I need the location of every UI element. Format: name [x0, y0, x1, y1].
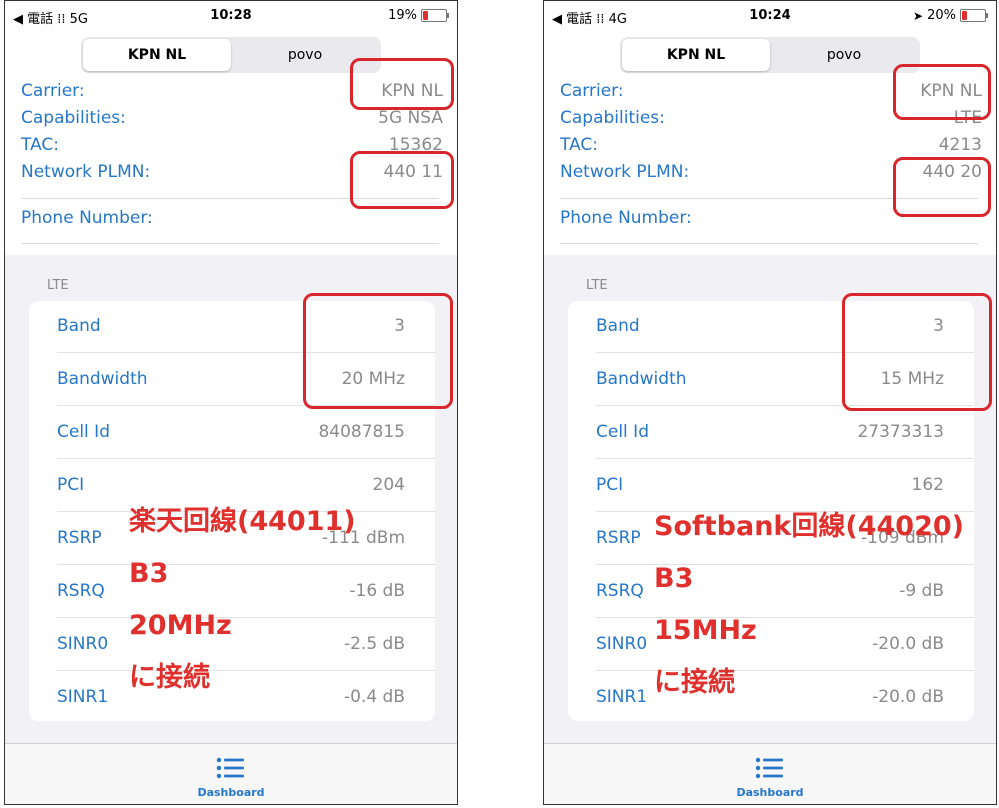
section-label-lte: LTE — [586, 278, 608, 293]
carrier-label: Carrier: — [21, 81, 85, 101]
row-label: SINR1 — [57, 687, 109, 707]
annotation-line: Softbank回線(44020) — [654, 511, 964, 542]
phone-screenshot-right: ◀ 電話 ⁞⁞ 4G 10:24 ➤ 20% KPN NL povo Carri… — [543, 0, 997, 805]
row-label: SINR0 — [596, 634, 648, 654]
row-value: 162 — [911, 475, 944, 495]
status-bar: ◀ 電話 ⁞⁞ 5G 10:28 19% — [5, 1, 457, 31]
highlight-box-band-bandwidth — [842, 293, 992, 411]
row-value: 27373313 — [857, 422, 944, 442]
capabilities-row: Capabilities: 5G NSA — [21, 108, 443, 132]
highlight-box-carrier — [893, 64, 991, 120]
row-value: 204 — [372, 475, 405, 495]
capabilities-value: 5G NSA — [378, 108, 443, 128]
tab-dashboard[interactable]: Dashboard — [5, 744, 457, 804]
phone-number-row: Phone Number: — [21, 208, 443, 232]
plmn-label: Network PLMN: — [21, 162, 151, 182]
row-label: Bandwidth — [596, 369, 687, 389]
row-value: -16 dB — [349, 581, 405, 601]
tac-label: TAC: — [560, 135, 598, 155]
row-label: Bandwidth — [57, 369, 148, 389]
battery-percent: 19% — [388, 8, 417, 23]
row-divider — [57, 458, 435, 459]
status-right: ➤ 20% — [913, 8, 988, 23]
row-divider — [596, 458, 974, 459]
divider — [560, 243, 978, 244]
divider — [21, 243, 439, 244]
capabilities-label: Capabilities: — [560, 108, 665, 128]
status-right: 19% — [388, 8, 449, 23]
row-label: PCI — [57, 475, 85, 495]
tab-dashboard-label: Dashboard — [736, 786, 804, 799]
list-icon — [216, 757, 244, 779]
phone-number-label: Phone Number: — [560, 208, 692, 228]
plmn-label: Network PLMN: — [560, 162, 690, 182]
row-label: RSRQ — [57, 581, 105, 601]
annotation-line: B3 — [654, 563, 694, 594]
capabilities-label: Capabilities: — [21, 108, 126, 128]
annotation-line: 20MHz — [129, 610, 232, 641]
tac-row: TAC: 4213 — [560, 135, 982, 159]
annotation-line: 楽天回線(44011) — [129, 506, 356, 537]
tac-label: TAC: — [21, 135, 59, 155]
lte-row-cell-id: Cell Id 27373313 — [596, 407, 974, 459]
battery-percent: 20% — [927, 8, 956, 23]
row-label: RSRP — [57, 528, 102, 548]
carrier-segmented-control[interactable]: KPN NL povo — [620, 37, 920, 73]
section-label-lte: LTE — [47, 278, 69, 293]
segment-kpn-nl[interactable]: KPN NL — [622, 39, 770, 71]
tab-bar: Dashboard — [5, 743, 457, 804]
annotation-text: 楽天回線(44011) B3 20MHz に接続 — [129, 496, 356, 704]
highlight-box-plmn — [350, 151, 454, 209]
row-label: SINR0 — [57, 634, 109, 654]
tac-value: 4213 — [938, 135, 982, 155]
battery-icon — [421, 9, 449, 22]
row-label: Band — [57, 316, 101, 336]
highlight-box-band-bandwidth — [303, 293, 453, 409]
highlight-box-carrier — [350, 58, 454, 110]
segment-kpn-nl[interactable]: KPN NL — [83, 39, 231, 71]
highlight-box-plmn — [893, 157, 991, 217]
carrier-segmented-control[interactable]: KPN NL povo — [81, 37, 381, 73]
annotation-line: に接続 — [654, 667, 735, 698]
row-label: RSRQ — [596, 581, 644, 601]
row-label: PCI — [596, 475, 624, 495]
status-bar: ◀ 電話 ⁞⁞ 4G 10:24 ➤ 20% — [544, 1, 996, 31]
tab-dashboard-label: Dashboard — [197, 786, 265, 799]
carrier-label: Carrier: — [560, 81, 624, 101]
annotation-line: に接続 — [129, 662, 210, 693]
row-label: Band — [596, 316, 640, 336]
annotation-line: B3 — [129, 558, 169, 589]
row-label: RSRP — [596, 528, 641, 548]
tab-bar: Dashboard — [544, 743, 996, 804]
row-value: 84087815 — [318, 422, 405, 442]
row-label: SINR1 — [596, 687, 648, 707]
lte-row-cell-id: Cell Id 84087815 — [57, 407, 435, 459]
phone-screenshot-left: ◀ 電話 ⁞⁞ 5G 10:28 19% KPN NL povo Carrier… — [4, 0, 458, 805]
row-label: Cell Id — [57, 422, 110, 442]
location-icon: ➤ — [913, 8, 924, 23]
annotation-text: Softbank回線(44020) B3 15MHz に接続 — [654, 501, 964, 709]
tab-dashboard[interactable]: Dashboard — [544, 744, 996, 804]
battery-icon — [960, 9, 988, 22]
row-label: Cell Id — [596, 422, 649, 442]
list-icon — [755, 757, 783, 779]
phone-number-label: Phone Number: — [21, 208, 153, 228]
annotation-line: 15MHz — [654, 615, 757, 646]
